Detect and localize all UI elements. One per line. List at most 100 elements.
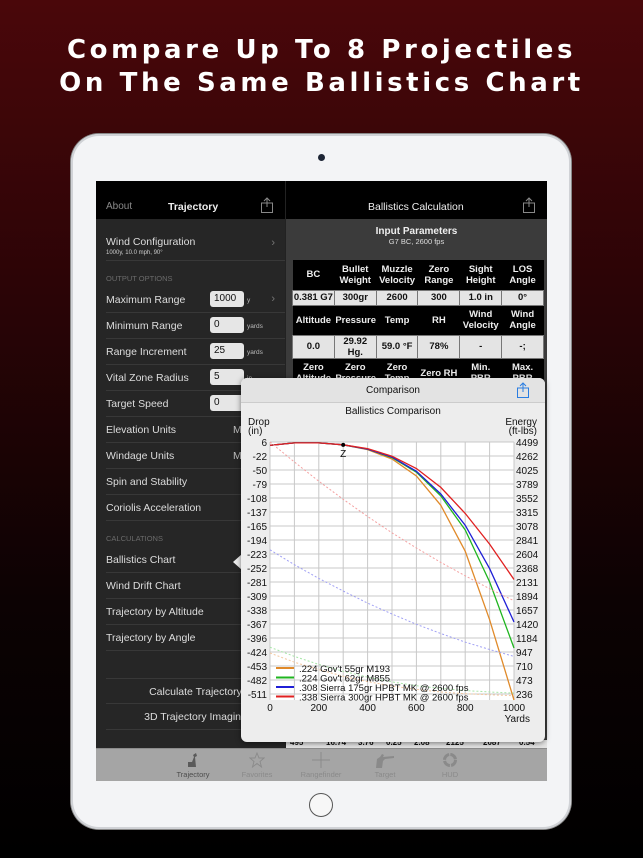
headline-line-2: On The Same Ballistics Chart — [59, 68, 584, 98]
y-tick-label-left: -108 — [247, 494, 267, 505]
popover-title: Comparison — [366, 385, 420, 396]
minimum-range-row: Minimum Range 0 yards — [106, 313, 285, 339]
tab-label: HUD — [441, 770, 459, 779]
elevation-units-label: Elevation Units — [106, 424, 177, 436]
tab-rangefinder[interactable]: Rangefinder — [291, 749, 351, 781]
param-header: Wind Velocity — [459, 305, 502, 335]
wind-drift-chart-label: Wind Drift Chart — [106, 580, 181, 592]
coriolis-label: Coriolis Acceleration — [106, 502, 202, 514]
windage-units-label: Windage Units — [106, 450, 175, 462]
maximum-range-input[interactable]: 1000 — [210, 291, 244, 307]
wind-configuration-label: Wind Configuration — [106, 236, 196, 248]
y-tick-label-left: -453 — [247, 662, 267, 673]
y-tick-label-right: 2841 — [516, 536, 539, 547]
x-tick-label: 200 — [310, 703, 327, 714]
param-header: Sight Height — [459, 260, 502, 290]
y-tick-label-right: 1184 — [516, 634, 538, 645]
y-tick-label-left: -424 — [247, 648, 267, 659]
tab-target[interactable]: Target — [355, 749, 415, 781]
zero-marker — [341, 442, 346, 447]
share-icon[interactable] — [522, 197, 536, 213]
trajectory-by-angle-label: Trajectory by Angle — [106, 632, 196, 644]
right-navbar: Ballistics Calculation — [286, 181, 547, 219]
tab-favorites[interactable]: Favorites — [227, 749, 287, 781]
y-tick-label-right: 1894 — [516, 592, 539, 603]
param-value: -; — [501, 334, 544, 359]
param-value: 59.0 °F — [375, 334, 419, 359]
param-header: Altitude — [292, 305, 335, 335]
minimum-range-input[interactable]: 0 — [210, 317, 244, 333]
x-tick-label: 800 — [457, 703, 474, 714]
tab-label: Target — [374, 770, 396, 779]
range-increment-row: Range Increment 25 yards — [106, 339, 285, 365]
chevron-right-icon: › — [271, 237, 275, 249]
y-tick-label-right: 1657 — [516, 606, 539, 617]
popover-header: Comparison — [241, 378, 545, 403]
tab-label: Favorites — [241, 770, 273, 779]
wind-configuration-row[interactable]: Wind Configuration 1000y, 10.0 mph, 90° … — [106, 231, 285, 261]
param-header: RH — [417, 305, 460, 335]
crosshair-icon — [312, 752, 330, 768]
param-value: 1.0 in — [459, 289, 503, 306]
y-tick-label-right: 710 — [516, 662, 533, 673]
y-tick-label-right: 4262 — [516, 452, 539, 463]
y-tick-label-right: 473 — [516, 676, 533, 687]
trajectory-by-altitude-label: Trajectory by Altitude — [106, 606, 204, 618]
param-value: 78% — [417, 334, 461, 359]
chart-title: Ballistics Comparison — [345, 406, 441, 417]
x-tick-label: 600 — [408, 703, 425, 714]
y-tick-label-right: 4025 — [516, 466, 539, 477]
vital-zone-radius-label: Vital Zone Radius — [106, 372, 189, 384]
param-header-row: BC Bullet Weight Muzzle Velocity Zero Range… — [292, 260, 544, 290]
param-value: 300gr — [333, 289, 377, 306]
target-speed-input[interactable]: 0 — [210, 395, 244, 411]
param-header: Pressure — [334, 305, 377, 335]
tab-label: Trajectory — [176, 770, 210, 779]
hud-ring-icon — [443, 753, 457, 767]
ballistics-comparison-chart: Ballistics ComparisonDrop(in)Energy(ft-l… — [247, 406, 539, 725]
input-parameters-subtitle: G7 BC, 2600 fps — [388, 237, 445, 246]
tab-hud[interactable]: HUD — [420, 749, 480, 781]
y-tick-label-right: 3315 — [516, 508, 539, 519]
headline: Compare Up To 8 Projectiles On The Same … — [0, 34, 643, 100]
home-button[interactable] — [309, 793, 333, 817]
vital-zone-radius-input[interactable]: 5 — [210, 369, 244, 385]
minimum-range-unit: yards — [247, 323, 263, 330]
y-tick-label-right: 4499 — [516, 438, 539, 449]
input-parameters-title: Input Parameters — [375, 226, 458, 237]
y-tick-label-left: -511 — [248, 690, 268, 701]
param-header-row: Altitude Pressure Temp RH Wind Velocity Wind … — [292, 305, 544, 335]
range-increment-unit: yards — [247, 349, 263, 356]
star-icon — [249, 752, 265, 768]
y-tick-label-left: -396 — [247, 634, 267, 645]
y-tick-label-left: -50 — [253, 466, 268, 477]
maximum-range-unit: y — [247, 297, 251, 304]
y-tick-label-left: -137 — [247, 508, 267, 519]
maximum-range-row[interactable]: Maximum Range 1000 y › — [106, 287, 285, 313]
y-tick-label-right: 947 — [516, 648, 533, 659]
y-axis-left-label-unit: (in) — [248, 426, 262, 437]
y-tick-label-right: 3789 — [516, 480, 539, 491]
param-header: Muzzle Velocity — [376, 260, 418, 290]
y-tick-label-right: 3552 — [516, 494, 539, 505]
tab-bar: Trajectory Favorites Rangefinder Target … — [96, 748, 547, 781]
share-icon[interactable] — [516, 382, 530, 398]
share-icon[interactable] — [260, 197, 274, 213]
y-tick-label-left: -281 — [247, 578, 267, 589]
output-options-header: OUTPUT OPTIONS — [106, 274, 173, 283]
legend-label: .338 Sierra 300gr HPBT MK @ 2600 fps — [299, 693, 469, 704]
y-tick-label-left: -338 — [247, 606, 267, 617]
y-tick-label-left: 6 — [261, 438, 267, 449]
y-tick-label-left: -309 — [247, 592, 267, 603]
param-value: 0.381 G7 — [292, 289, 335, 306]
range-increment-input[interactable]: 25 — [210, 343, 244, 359]
y-axis-right-label-unit: (ft-lbs) — [509, 426, 537, 437]
trajectory-icon — [188, 753, 197, 767]
camera-icon — [318, 154, 325, 161]
spin-stability-label: Spin and Stability — [106, 476, 188, 488]
param-value: - — [459, 334, 503, 359]
tab-trajectory[interactable]: Trajectory — [163, 749, 223, 781]
about-button[interactable]: About — [106, 201, 132, 212]
param-value-row: 0.381 G7 300gr 2600 300 1.0 in 0° — [292, 289, 544, 306]
y-tick-label-right: 236 — [516, 690, 533, 701]
